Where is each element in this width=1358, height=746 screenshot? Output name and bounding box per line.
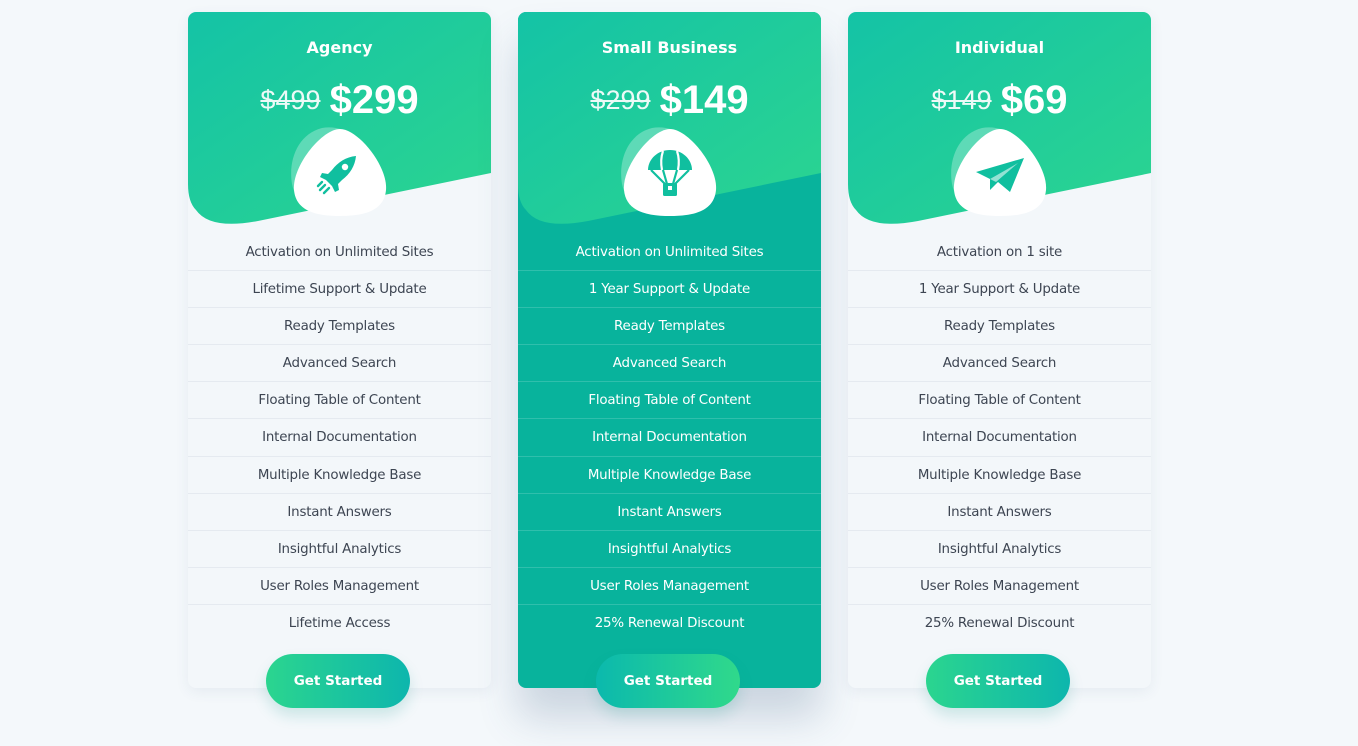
feature-item: 1 Year Support & Update (848, 271, 1151, 309)
feature-item: Activation on 1 site (848, 234, 1151, 272)
feature-item: Floating Table of Content (188, 382, 491, 420)
feature-item: User Roles Management (848, 568, 1151, 605)
feature-list: Activation on Unlimited Sites Lifetime S… (188, 234, 491, 642)
feature-item: Floating Table of Content (848, 382, 1151, 420)
feature-item: Internal Documentation (518, 419, 821, 457)
current-price: $299 (329, 78, 419, 122)
feature-item: Insightful Analytics (848, 531, 1151, 568)
card-header: Agency $499 $299 (188, 12, 491, 242)
plan-name: Agency (306, 38, 373, 57)
feature-item: Activation on Unlimited Sites (518, 234, 821, 272)
feature-item: Floating Table of Content (518, 382, 821, 420)
feature-item: 25% Renewal Discount (924, 615, 1075, 631)
card-header: Small Business $299 $149 (518, 12, 821, 242)
pricing-card-individual: Individual $149 $69 Activation on 1 site… (848, 12, 1151, 708)
get-started-button[interactable]: Get Started (926, 654, 1070, 708)
card-header: Individual $149 $69 (848, 12, 1151, 242)
get-started-button[interactable]: Get Started (596, 654, 740, 708)
old-price: $149 (931, 85, 992, 115)
feature-item: Lifetime Support & Update (188, 271, 491, 309)
price-row: $499 $299 (188, 78, 491, 123)
current-price: $69 (1000, 78, 1068, 122)
plan-name: Small Business (601, 38, 738, 57)
feature-item: Advanced Search (188, 345, 491, 383)
pricing-card-small-business: Small Business $299 $149 Activation on U… (518, 12, 821, 708)
feature-item: Internal Documentation (848, 419, 1151, 457)
feature-item: Multiple Knowledge Base (188, 457, 491, 494)
feature-list: Activation on 1 site 1 Year Support & Up… (848, 234, 1151, 642)
parachute-icon (621, 127, 717, 216)
old-price: $299 (590, 85, 651, 115)
feature-item: 1 Year Support & Update (518, 271, 821, 309)
feature-item: Insightful Analytics (518, 531, 821, 568)
feature-item: Ready Templates (518, 308, 821, 346)
pricing-card-agency: Agency $499 $299 Activation on Unlimited… (188, 12, 491, 708)
feature-item: Lifetime Access (288, 615, 391, 631)
feature-item: Insightful Analytics (188, 531, 491, 568)
paper-plane-icon (951, 127, 1047, 216)
feature-item: User Roles Management (188, 568, 491, 605)
feature-item: Ready Templates (848, 308, 1151, 346)
feature-item: User Roles Management (518, 568, 821, 605)
price-row: $299 $149 (518, 78, 821, 123)
feature-item: Internal Documentation (188, 419, 491, 457)
feature-item: Activation on Unlimited Sites (188, 234, 491, 272)
old-price: $499 (260, 85, 321, 115)
feature-item: Advanced Search (518, 345, 821, 383)
feature-item: Multiple Knowledge Base (848, 457, 1151, 494)
get-started-button[interactable]: Get Started (266, 654, 410, 708)
feature-list: Activation on Unlimited Sites 1 Year Sup… (518, 234, 821, 642)
feature-item: Advanced Search (848, 345, 1151, 383)
feature-item: Ready Templates (188, 308, 491, 346)
feature-item: Instant Answers (188, 494, 491, 531)
price-row: $149 $69 (848, 78, 1151, 123)
plan-name: Individual (954, 38, 1045, 57)
current-price: $149 (659, 78, 749, 122)
feature-item: Instant Answers (848, 494, 1151, 531)
feature-item: 25% Renewal Discount (594, 615, 745, 631)
rocket-icon (291, 127, 387, 216)
feature-item: Multiple Knowledge Base (518, 457, 821, 494)
feature-item: Instant Answers (518, 494, 821, 531)
